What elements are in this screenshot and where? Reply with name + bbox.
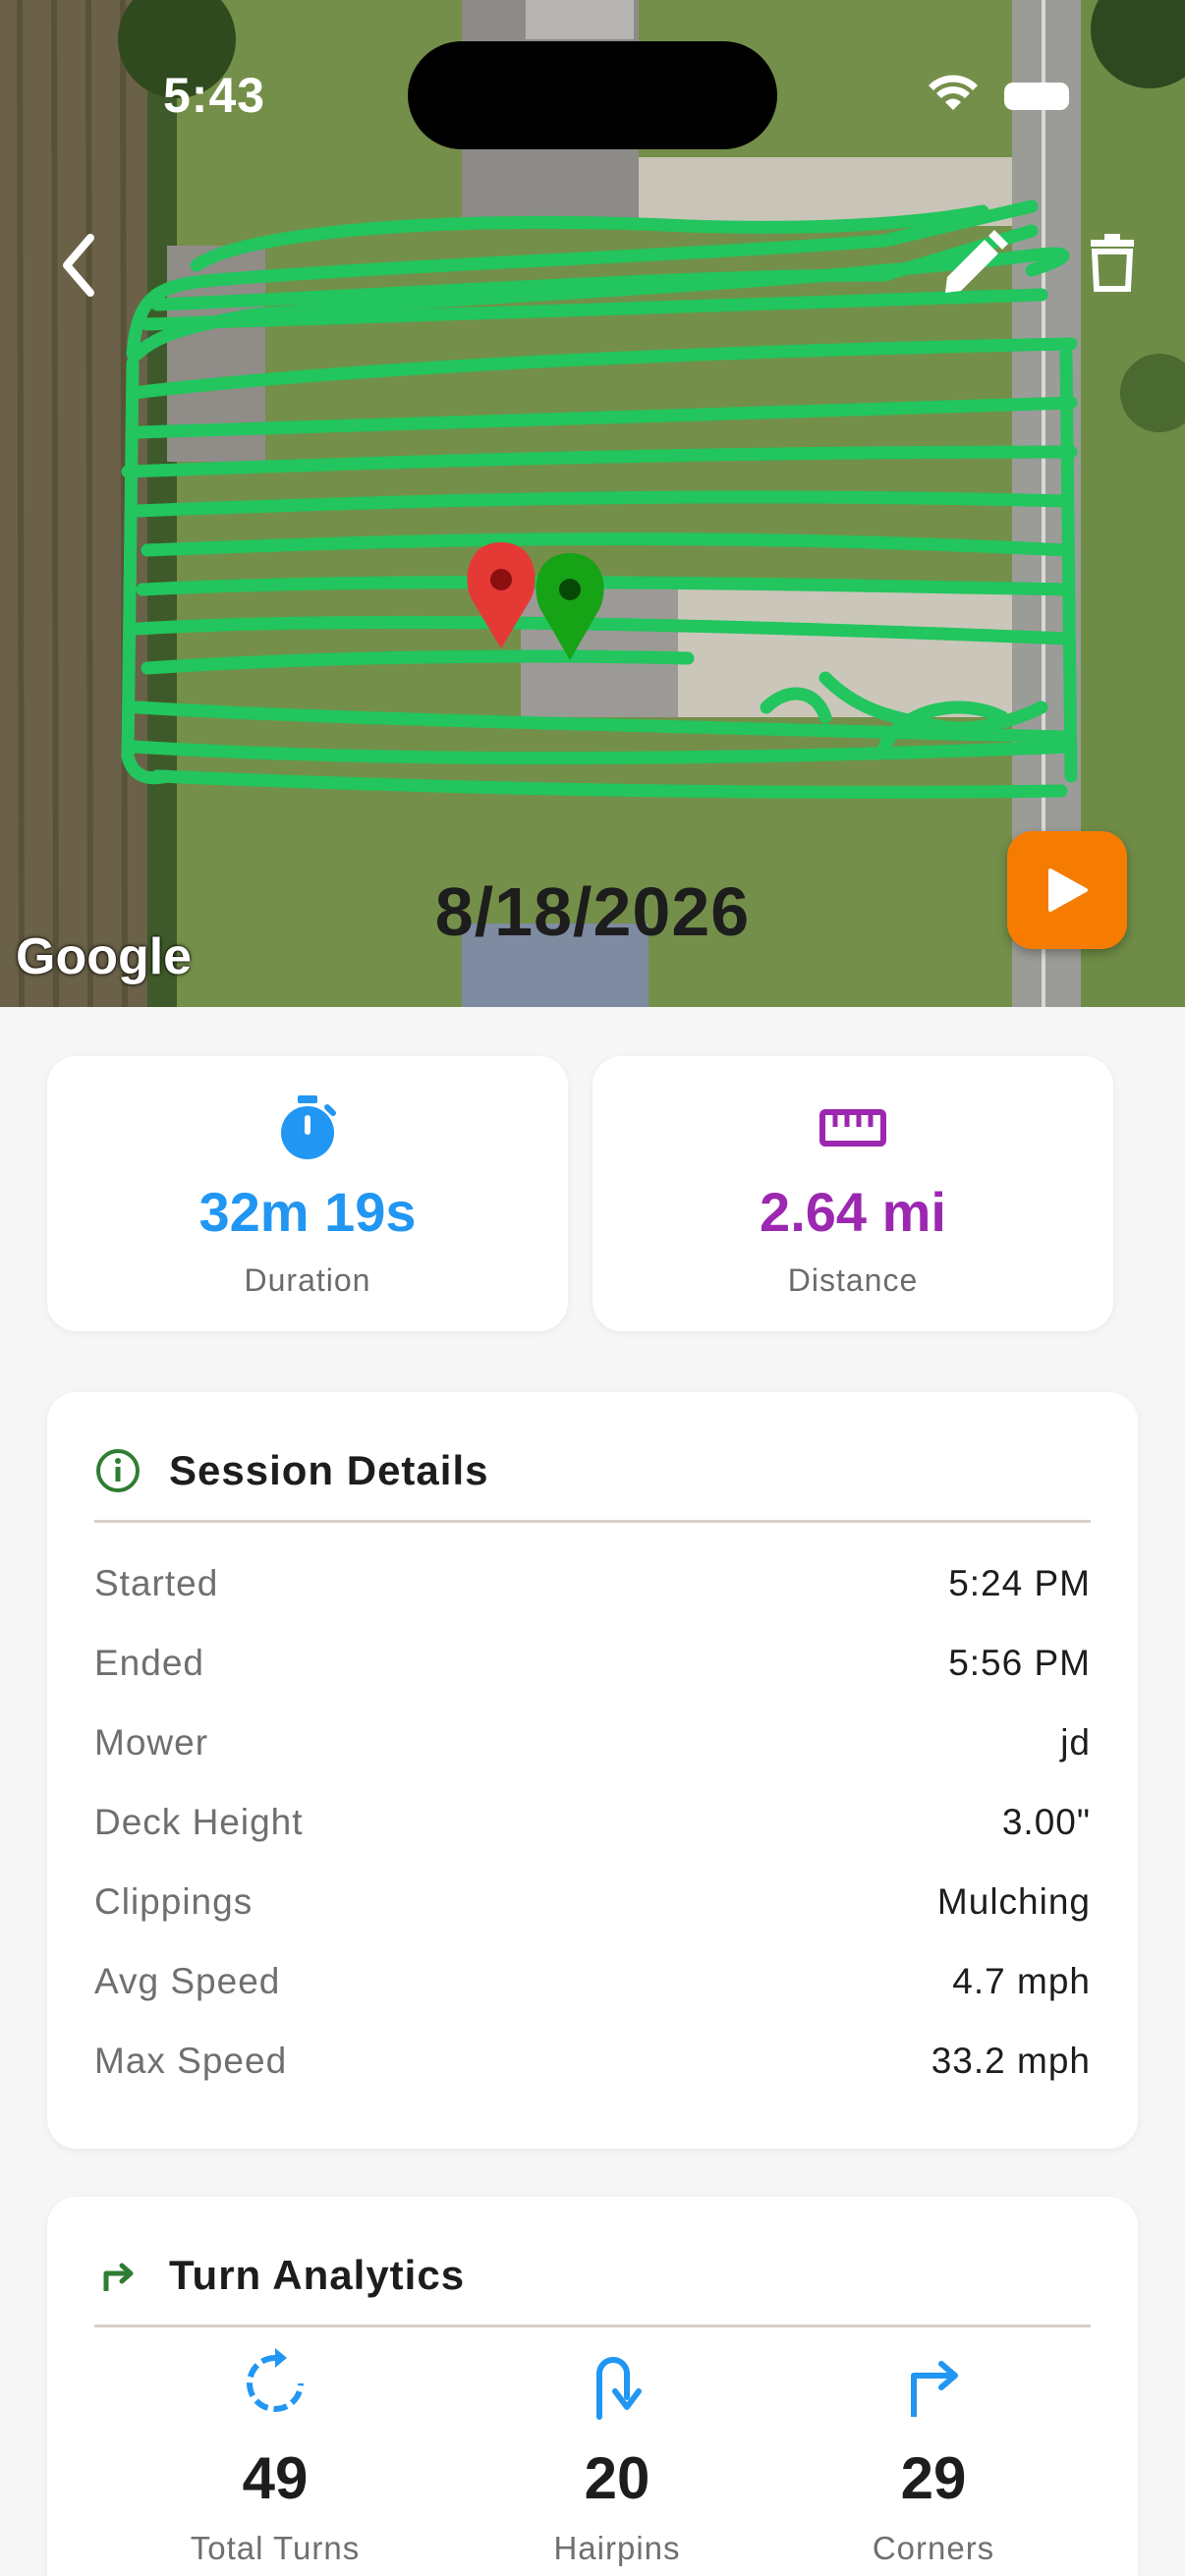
detail-row-max-speed: Max Speed 33.2 mph — [94, 2032, 1091, 2091]
u-turn-icon — [596, 2357, 642, 2420]
divider — [94, 2324, 1091, 2327]
back-button[interactable] — [51, 226, 120, 305]
distance-value: 2.64 mi — [760, 1181, 946, 1243]
corners-stat: 29 Corners — [786, 2344, 1081, 2567]
session-detail-screen: 5:43 8/18/2026 Google 32m 19s Duration 2… — [0, 0, 1185, 2576]
turn-right-icon — [103, 2263, 134, 2291]
edit-button[interactable] — [933, 226, 1012, 305]
battery-icon — [1004, 83, 1069, 110]
detail-value: 3.00" — [1001, 1802, 1091, 1842]
wifi-icon — [929, 75, 978, 110]
detail-row-mower: Mower jd — [94, 1713, 1091, 1772]
play-icon — [1048, 868, 1088, 912]
turn-analytics-title: Turn Analytics — [169, 2252, 466, 2298]
stopwatch-icon — [281, 1095, 336, 1159]
detail-label: Deck Height — [94, 1802, 304, 1842]
detail-value: jd — [1060, 1722, 1091, 1763]
distance-label: Distance — [787, 1262, 919, 1298]
hairpins-label: Hairpins — [553, 2530, 681, 2566]
detail-value: Mulching — [936, 1881, 1091, 1922]
info-icon — [96, 1449, 140, 1492]
status-bar-time: 5:43 — [163, 68, 266, 123]
turn-analytics-header: Turn Analytics — [94, 2246, 465, 2305]
hairpins-stat: 20 Hairpins — [470, 2344, 764, 2567]
detail-label: Ended — [94, 1643, 204, 1683]
status-icons — [929, 75, 1069, 110]
total-turns-stat: 49 Total Turns — [128, 2344, 423, 2567]
session-details-title: Session Details — [169, 1447, 489, 1493]
detail-row-deck-height: Deck Height 3.00" — [94, 1793, 1091, 1852]
session-map[interactable]: 5:43 8/18/2026 Google — [0, 0, 1185, 1007]
detail-row-clippings: Clippings Mulching — [94, 1873, 1091, 1932]
total-turns-label: Total Turns — [190, 2530, 361, 2566]
total-turns-value: 49 — [242, 2445, 309, 2511]
chevron-left-icon — [63, 234, 94, 297]
rotate-icon — [247, 2348, 304, 2412]
detail-label: Mower — [94, 1722, 209, 1763]
detail-label: Max Speed — [94, 2041, 288, 2081]
google-logo: Google — [16, 928, 193, 985]
session-details-header: Session Details — [94, 1441, 488, 1500]
detail-label: Clippings — [94, 1881, 254, 1922]
corner-turn-icon — [911, 2361, 958, 2417]
corners-value: 29 — [900, 2445, 967, 2511]
detail-value: 5:56 PM — [948, 1643, 1091, 1683]
detail-row-ended: Ended 5:56 PM — [94, 1634, 1091, 1693]
duration-card: 32m 19s Duration — [47, 1056, 568, 1331]
detail-label: Avg Speed — [94, 1961, 281, 2001]
hairpins-value: 20 — [584, 2445, 650, 2511]
detail-row-avg-speed: Avg Speed 4.7 mph — [94, 1952, 1091, 2011]
detail-label: Started — [94, 1563, 219, 1603]
detail-value: 5:24 PM — [948, 1563, 1091, 1603]
session-details-card: Session Details Started 5:24 PM Ended 5:… — [47, 1392, 1138, 2149]
dynamic-island — [408, 41, 777, 149]
duration-label: Duration — [244, 1262, 371, 1298]
duration-value: 32m 19s — [198, 1181, 417, 1243]
trash-icon — [1091, 234, 1134, 292]
play-button[interactable] — [1007, 831, 1127, 949]
ruler-icon — [819, 1109, 886, 1147]
detail-value: 4.7 mph — [952, 1961, 1091, 2001]
detail-value: 33.2 mph — [931, 2041, 1091, 2081]
pencil-icon — [945, 230, 1008, 293]
divider — [94, 1520, 1091, 1523]
detail-row-started: Started 5:24 PM — [94, 1554, 1091, 1613]
corners-label: Corners — [872, 2530, 995, 2566]
turn-analytics-card: Turn Analytics 49 Total Turns 20 Hairpin… — [47, 2197, 1138, 2576]
delete-button[interactable] — [1081, 226, 1150, 305]
distance-card: 2.64 mi Distance — [592, 1056, 1113, 1331]
